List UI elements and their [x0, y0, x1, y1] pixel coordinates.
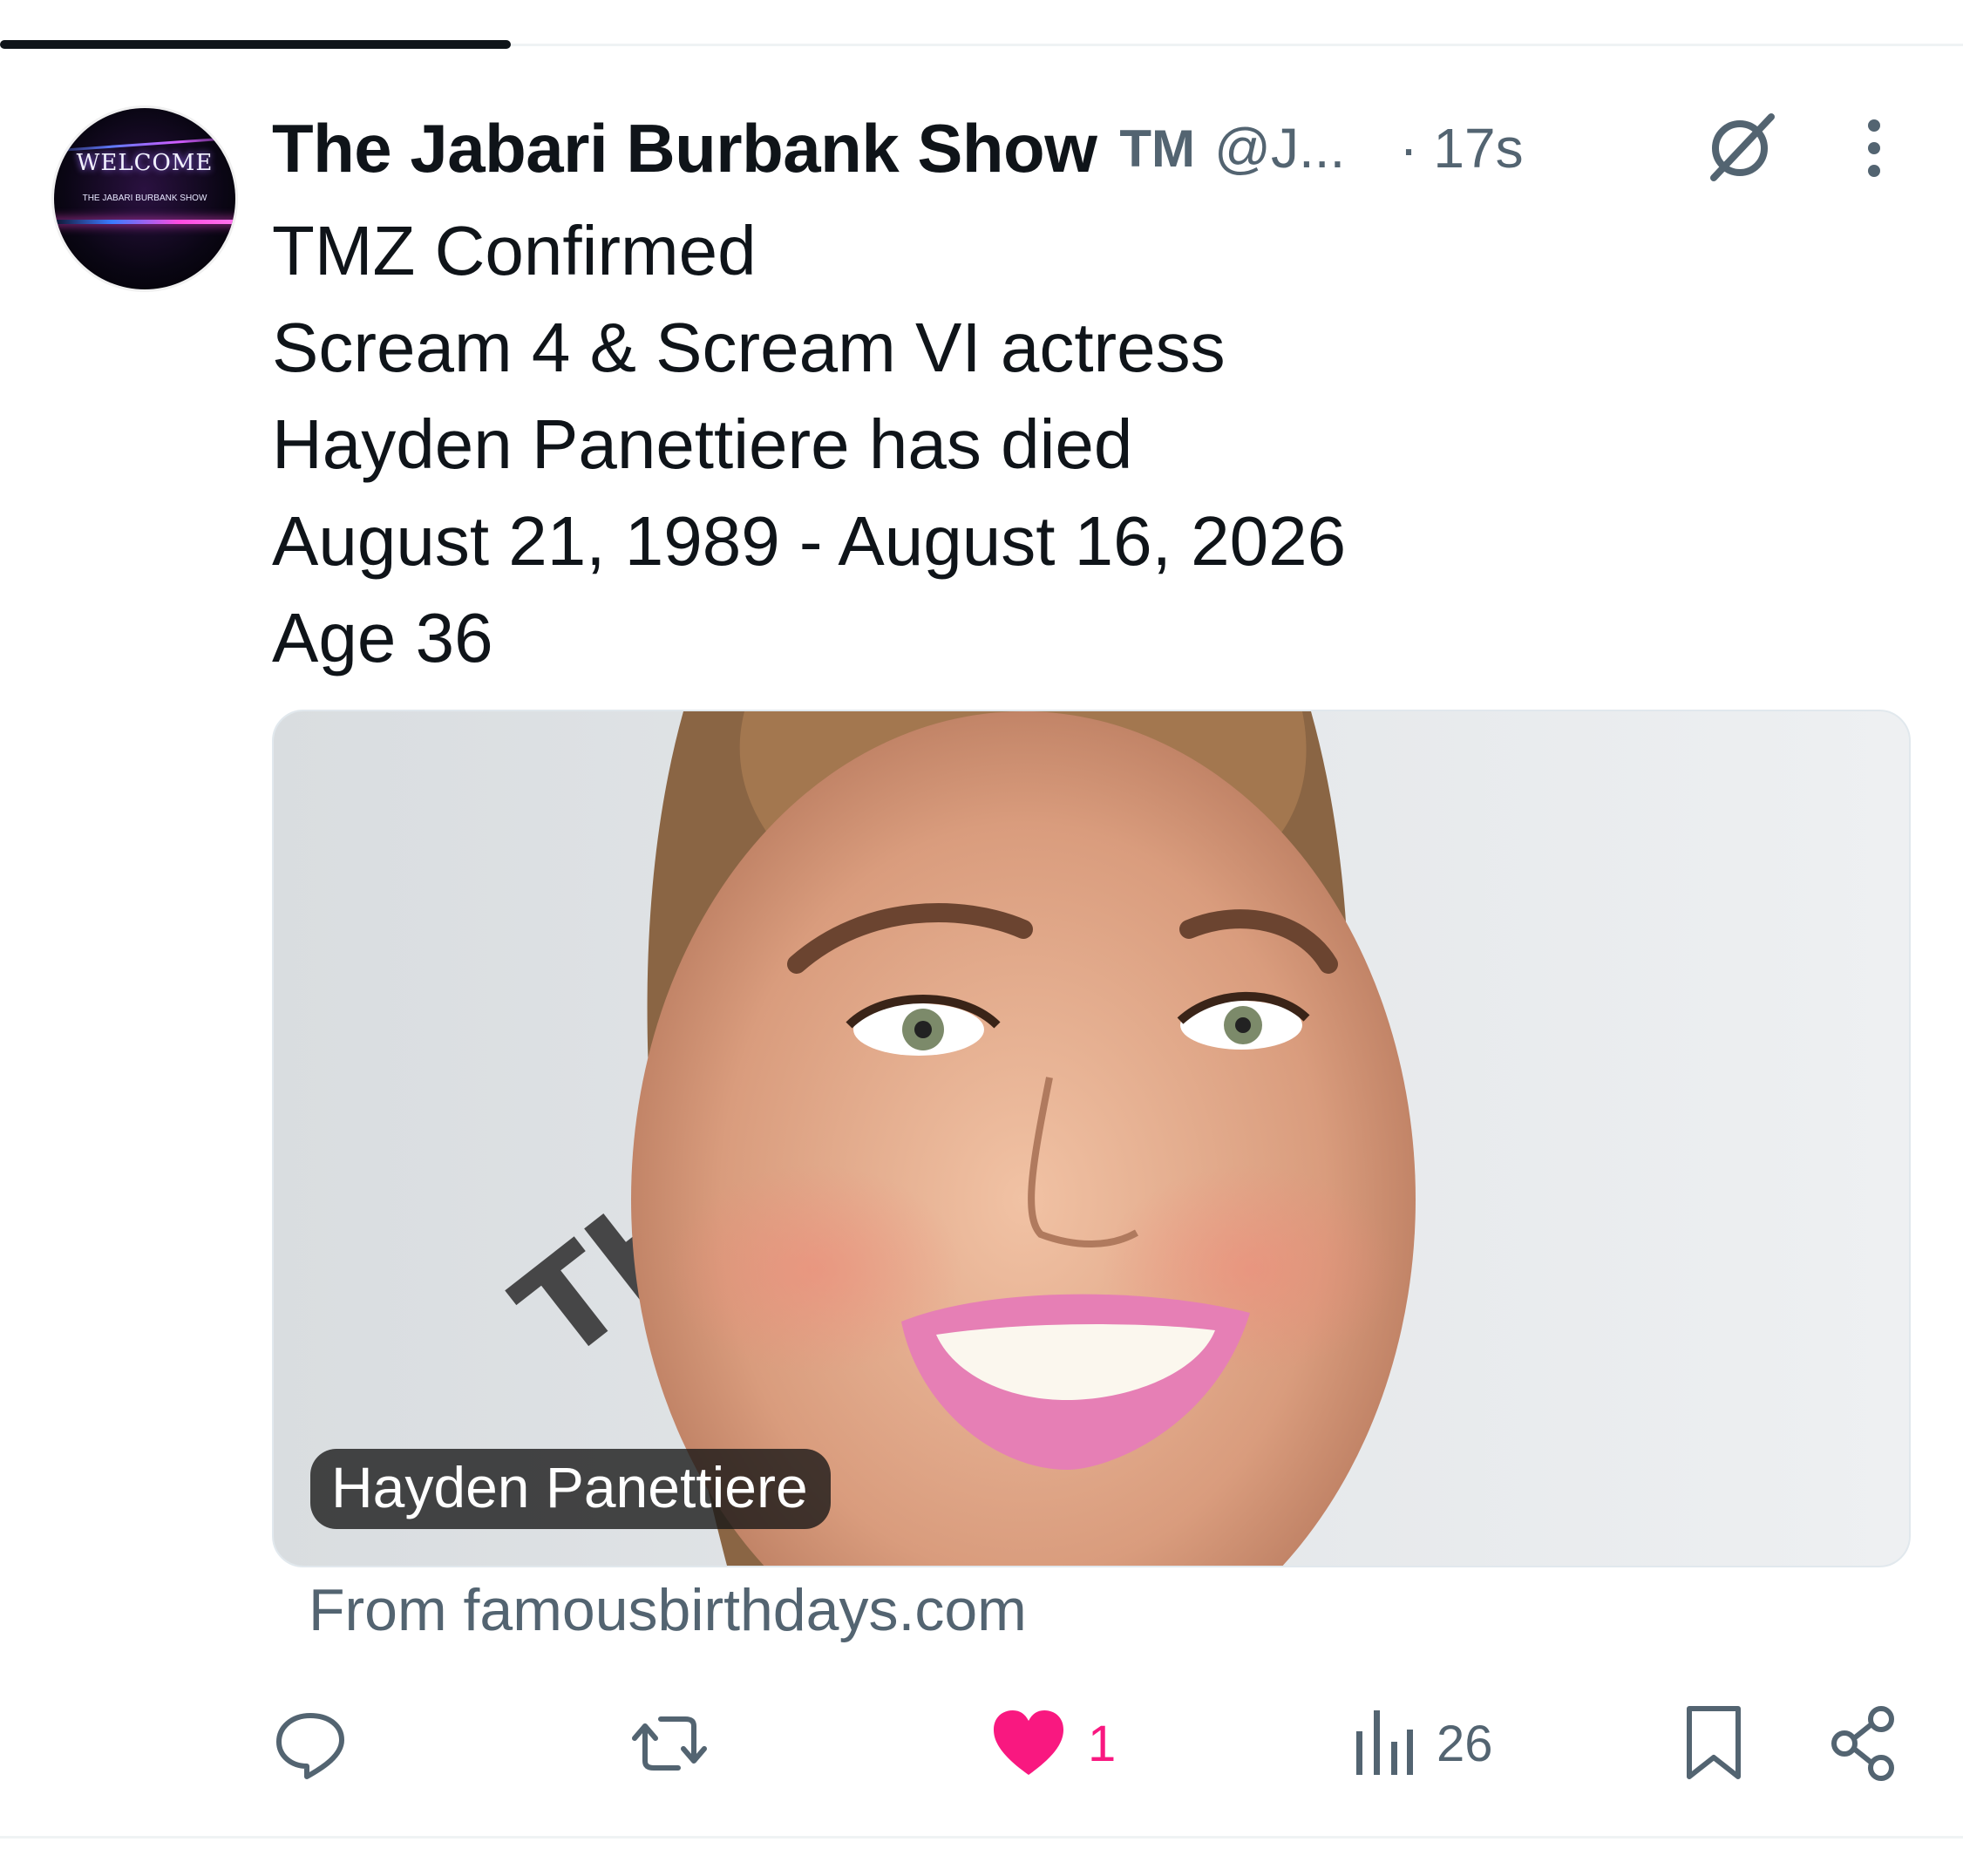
repost-button[interactable] [629, 1691, 710, 1796]
more-options-icon[interactable] [1839, 113, 1909, 183]
share-button[interactable] [1829, 1691, 1898, 1796]
views-count: 26 [1437, 1715, 1493, 1772]
like-button[interactable]: 1 [990, 1691, 1116, 1796]
post-line: August 21, 1989 - August 16, 2026 [272, 502, 1347, 580]
media-card[interactable]: TH OR Hayden Panettiere [272, 710, 1911, 1567]
bookmark-button[interactable] [1681, 1691, 1747, 1796]
post-line: Scream 4 & Scream VI actress [272, 309, 1226, 386]
media-source-link[interactable]: From famousbirthdays.com [309, 1576, 1027, 1644]
avatar-show-text: THE JABARI BURBANK SHOW [82, 194, 207, 203]
author-display-name[interactable]: The Jabari Burbank Show [272, 109, 1097, 188]
reply-icon [276, 1713, 344, 1779]
post-action-bar: 1 26 [272, 1691, 1911, 1796]
bookmark-icon [1687, 1706, 1741, 1779]
like-count: 1 [1088, 1715, 1117, 1772]
post-body: TMZ Confirmed Scream 4 & Scream VI actre… [272, 202, 1911, 686]
bar-chart-icon [1356, 1710, 1413, 1775]
media-progress-fill [0, 40, 511, 49]
media-progress-bar [0, 40, 1963, 49]
post-line: TMZ Confirmed [272, 212, 757, 289]
heart-filled-icon [994, 1710, 1063, 1775]
post-divider [0, 1836, 1963, 1839]
share-icon [1831, 1706, 1894, 1781]
reply-button[interactable] [272, 1691, 349, 1796]
avatar-welcome-text: WELCOME [76, 150, 214, 176]
grok-icon[interactable] [1698, 105, 1785, 192]
media-caption: Hayden Panettiere [310, 1449, 831, 1529]
post-header: The Jabari Burbank Show TM @J... · 17s [272, 105, 1524, 192]
repost-icon [632, 1716, 707, 1771]
post-timestamp[interactable]: · 17s [1399, 116, 1523, 180]
views-button[interactable]: 26 [1353, 1691, 1493, 1796]
portrait-photo: TH OR [274, 711, 1909, 1566]
author-avatar[interactable]: WELCOME THE JABARI BURBANK SHOW [54, 108, 235, 289]
author-handle[interactable]: @J... [1214, 116, 1345, 180]
author-badge: TM [1119, 119, 1196, 178]
avatar-neon-line [54, 220, 235, 224]
post-line: Age 36 [272, 599, 493, 676]
post-line: Hayden Panettiere has died [272, 405, 1133, 483]
